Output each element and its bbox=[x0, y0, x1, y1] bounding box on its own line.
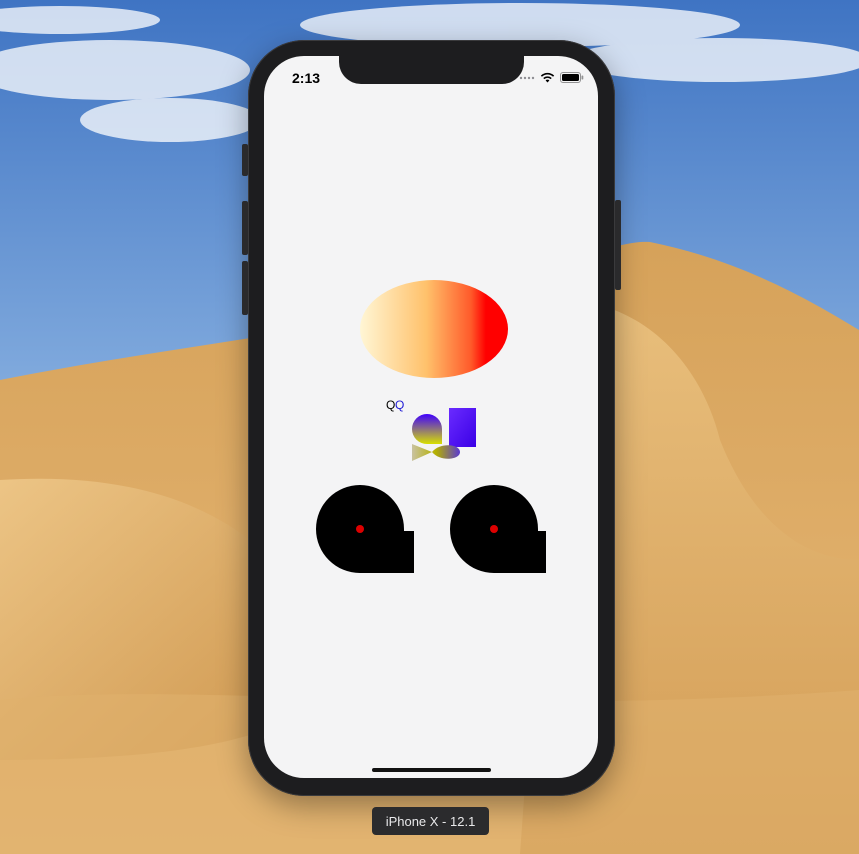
status-time: 2:13 bbox=[292, 70, 321, 86]
volume-down-button[interactable] bbox=[242, 261, 248, 315]
mini-gradient-q-shape bbox=[412, 414, 442, 444]
notch bbox=[339, 56, 524, 84]
device-screen: Q Q 2:13 bbox=[264, 56, 598, 778]
red-dot-left bbox=[356, 525, 364, 533]
black-q-shape-left bbox=[316, 485, 414, 573]
q-label-blue: Q bbox=[395, 398, 404, 412]
wifi-icon bbox=[540, 72, 555, 83]
home-indicator[interactable] bbox=[372, 768, 491, 772]
q-label-black: Q bbox=[386, 398, 395, 412]
signal-dots-icon bbox=[519, 76, 535, 79]
red-dot-right bbox=[490, 525, 498, 533]
simulator-device-label: iPhone X - 12.1 bbox=[372, 807, 489, 835]
iphone-frame: Q Q 2:13 bbox=[242, 40, 621, 796]
power-button[interactable] bbox=[615, 200, 621, 290]
silent-switch[interactable] bbox=[242, 144, 248, 176]
mini-purple-square bbox=[449, 408, 476, 447]
status-icons bbox=[519, 72, 584, 83]
volume-up-button[interactable] bbox=[242, 201, 248, 255]
battery-icon bbox=[560, 72, 584, 83]
app-canvas: Q Q bbox=[316, 280, 546, 573]
gradient-oval bbox=[360, 280, 508, 378]
mini-bowtie-shape bbox=[412, 444, 460, 461]
